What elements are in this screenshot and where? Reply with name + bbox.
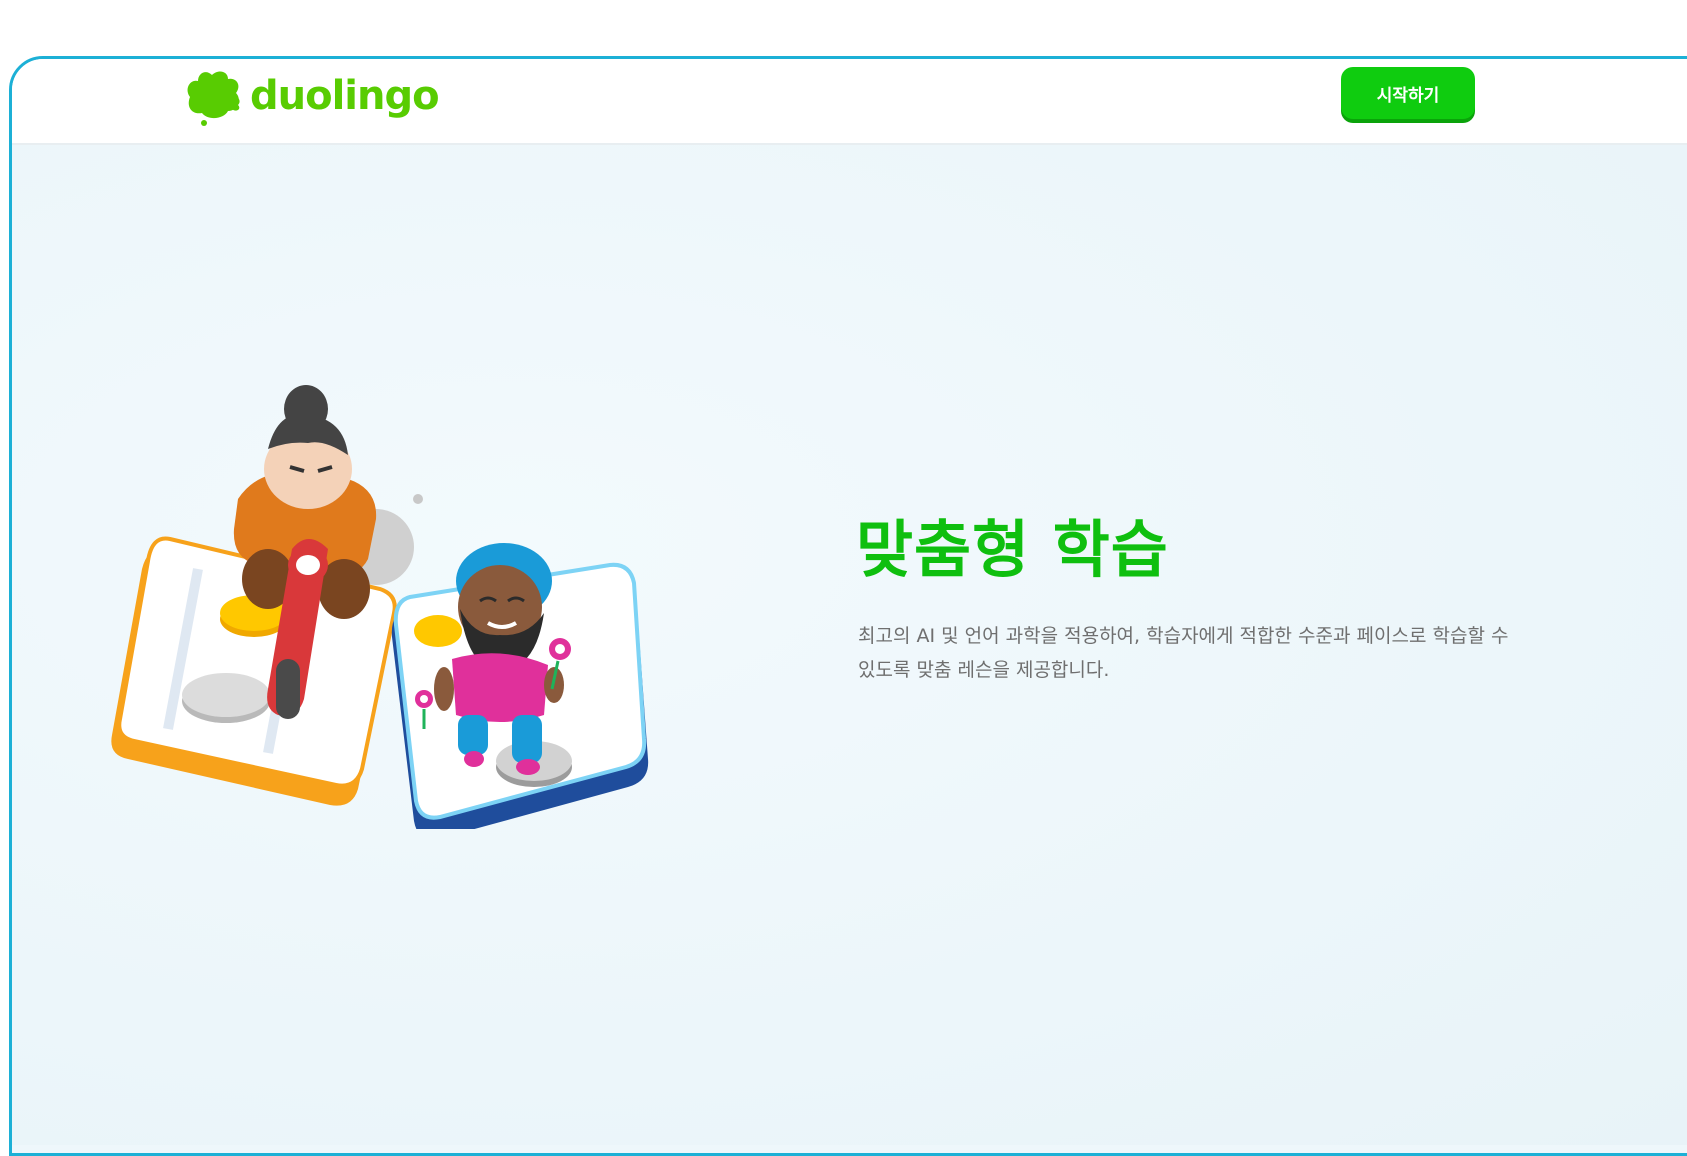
top-navbar: duolingo 시작하기	[12, 59, 1687, 145]
hero-title: 맞춤형 학습	[856, 513, 1169, 586]
characters-on-lesson-tiles-illustration	[108, 369, 668, 840]
hero-description: 최고의 AI 및 언어 과학을 적용하여, 학습자에게 적합한 수준과 페이스로…	[858, 625, 1509, 681]
duo-owl-logo-icon	[187, 71, 240, 126]
duolingo-logo-link[interactable]: duolingo	[182, 67, 440, 129]
browser-frame: duolingo 시작하기 맞춤형 학습 최고의 AI 및 언어 과학을 적용하…	[9, 56, 1687, 1156]
start-button[interactable]: 시작하기	[1341, 67, 1475, 119]
brand-wordmark: duolingo	[250, 73, 440, 119]
